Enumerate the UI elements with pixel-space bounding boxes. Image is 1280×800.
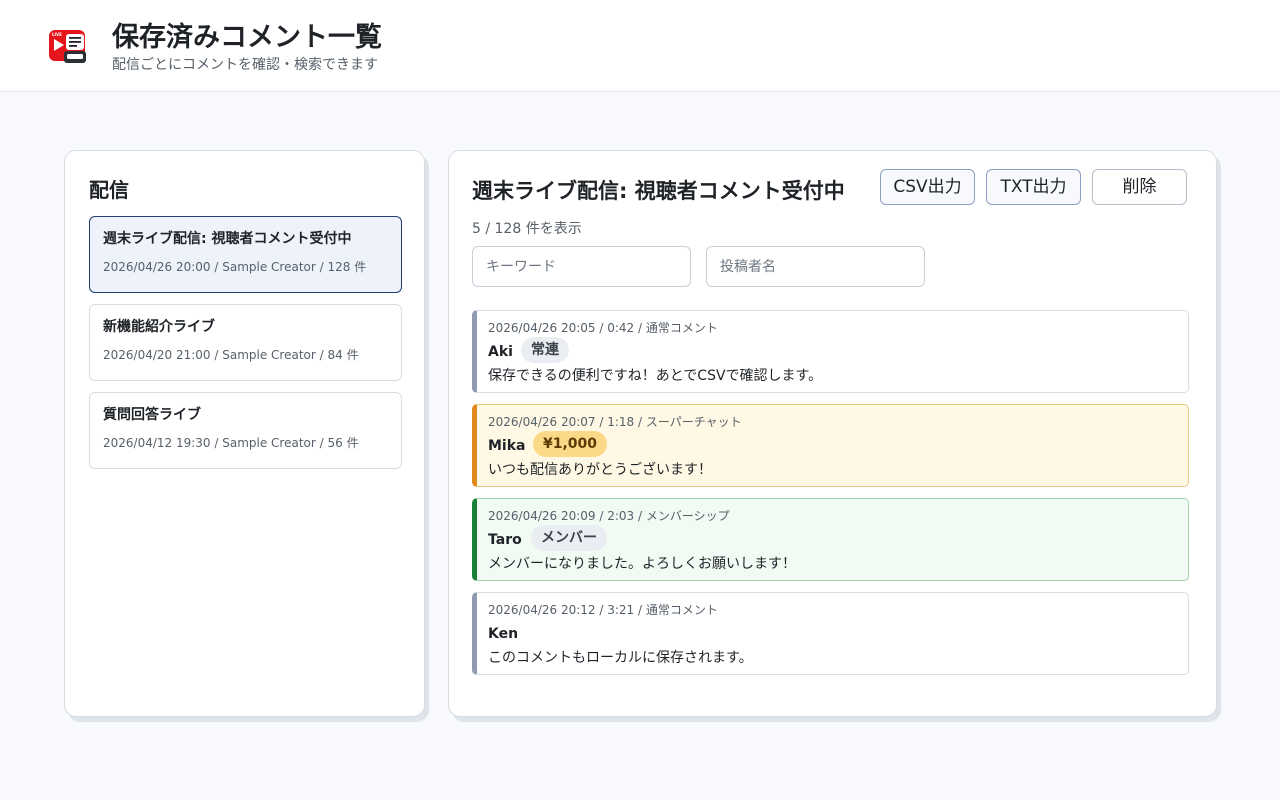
app-subtitle: 配信ごとにコメントを確認・検索できます bbox=[112, 57, 378, 73]
app-header: LIVE 保存済みコメント一覧 配信ごとにコメントを確認・検索できます bbox=[0, 0, 1280, 92]
stream-meta: 2026/04/12 19:30 / Sample Creator / 56 件 bbox=[103, 436, 359, 450]
stream-title: 質問回答ライブ bbox=[103, 407, 201, 423]
app-title: 保存済みコメント一覧 bbox=[112, 22, 382, 53]
stream-list-panel: 配信 週末ライブ配信: 視聴者コメント受付中 2026/04/26 20:00 … bbox=[64, 150, 425, 717]
superchat-amount-badge: ¥1,000 bbox=[533, 431, 608, 457]
stream-item-qa-live[interactable]: 質問回答ライブ 2026/04/12 19:30 / Sample Creato… bbox=[89, 392, 402, 469]
comment-text: いつも配信ありがとうございます！ bbox=[488, 462, 712, 478]
stream-detail-title: 週末ライブ配信: 視聴者コメント受付中 bbox=[472, 179, 845, 203]
comment-author: Taro bbox=[488, 532, 522, 548]
stream-list-heading: 配信 bbox=[89, 178, 129, 202]
comment-text: メンバーになりました。よろしくお願いします！ bbox=[488, 556, 796, 572]
regular-badge: 常連 bbox=[521, 337, 569, 363]
author-filter-input[interactable] bbox=[706, 246, 925, 287]
stream-title: 週末ライブ配信: 視聴者コメント受付中 bbox=[103, 231, 352, 247]
comment-meta: 2026/04/26 20:05 / 0:42 / 通常コメント bbox=[488, 321, 718, 335]
comment-item: 2026/04/26 20:05 / 0:42 / 通常コメント Aki 常連 … bbox=[472, 310, 1189, 393]
stream-item-weekend-live[interactable]: 週末ライブ配信: 視聴者コメント受付中 2026/04/26 20:00 / S… bbox=[89, 216, 402, 293]
delete-button[interactable]: 削除 bbox=[1092, 169, 1187, 205]
stream-meta: 2026/04/26 20:00 / Sample Creator / 128 … bbox=[103, 260, 367, 274]
stream-meta: 2026/04/20 21:00 / Sample Creator / 84 件 bbox=[103, 348, 359, 362]
live-comment-app-icon: LIVE bbox=[49, 30, 86, 63]
comment-meta: 2026/04/26 20:07 / 1:18 / スーパーチャット bbox=[488, 415, 742, 429]
keyword-search-input[interactable] bbox=[472, 246, 691, 287]
result-count: 5 / 128 件を表示 bbox=[472, 221, 582, 237]
export-csv-button[interactable]: CSV出力 bbox=[880, 169, 975, 205]
comment-text: 保存できるの便利ですね！あとでCSVで確認します。 bbox=[488, 368, 823, 384]
svg-text:LIVE: LIVE bbox=[52, 32, 62, 37]
comment-item: 2026/04/26 20:09 / 2:03 / メンバーシップ Taro メ… bbox=[472, 498, 1189, 581]
comment-meta: 2026/04/26 20:12 / 3:21 / 通常コメント bbox=[488, 603, 718, 617]
comment-author: Ken bbox=[488, 626, 519, 642]
comment-meta: 2026/04/26 20:09 / 2:03 / メンバーシップ bbox=[488, 509, 730, 523]
member-badge: メンバー bbox=[531, 525, 607, 551]
comment-author: Aki bbox=[488, 344, 513, 360]
stream-title: 新機能紹介ライブ bbox=[103, 319, 215, 335]
comment-author: Mika bbox=[488, 438, 526, 454]
stream-item-feature-live[interactable]: 新機能紹介ライブ 2026/04/20 21:00 / Sample Creat… bbox=[89, 304, 402, 381]
comment-text: このコメントもローカルに保存されます。 bbox=[488, 650, 753, 666]
comment-item: 2026/04/26 20:07 / 1:18 / スーパーチャット Mika … bbox=[472, 404, 1189, 487]
comment-detail-panel: 週末ライブ配信: 視聴者コメント受付中 CSV出力 TXT出力 削除 5 / 1… bbox=[448, 150, 1217, 717]
comment-item: 2026/04/26 20:12 / 3:21 / 通常コメント Ken このコ… bbox=[472, 592, 1189, 675]
export-txt-button[interactable]: TXT出力 bbox=[986, 169, 1081, 205]
